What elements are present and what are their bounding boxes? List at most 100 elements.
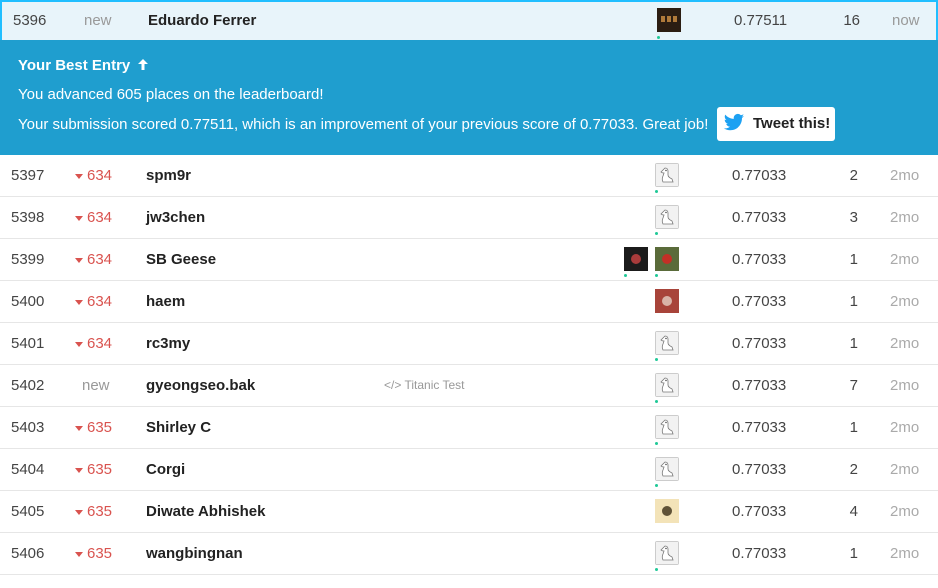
rank-change-value: 635 bbox=[87, 419, 113, 436]
rank-change-value: 634 bbox=[87, 293, 113, 310]
last-submission: 2mo bbox=[890, 335, 920, 352]
online-indicator bbox=[655, 400, 658, 403]
goose-avatar-icon[interactable] bbox=[655, 331, 679, 355]
rank-change-value: 634 bbox=[87, 335, 113, 352]
score: 0.77033 bbox=[732, 209, 787, 226]
rank: 5396 bbox=[13, 12, 47, 29]
rank-change-value: 635 bbox=[87, 503, 113, 520]
online-indicator bbox=[655, 358, 658, 361]
entries-count: 2 bbox=[849, 167, 858, 184]
leaderboard-row[interactable]: 5401 634 rc3my 0.77033 1 2mo bbox=[0, 323, 938, 365]
leaderboard-row-highlighted[interactable]: 5396 new Eduardo Ferrer 0.77511 16 now bbox=[0, 0, 938, 40]
twitter-bird-icon bbox=[723, 113, 745, 137]
score: 0.77033 bbox=[732, 167, 787, 184]
caret-down-icon bbox=[75, 173, 83, 179]
score: 0.77033 bbox=[732, 251, 787, 268]
leaderboard-row[interactable]: 5406 635 wangbingnan 0.77033 1 2mo bbox=[0, 533, 938, 575]
caret-down-icon bbox=[75, 341, 83, 347]
kernel-link-label: Titanic Test bbox=[404, 378, 465, 392]
rank-change: 634 bbox=[75, 281, 135, 322]
kernel-link[interactable]: </> Titanic Test bbox=[384, 365, 465, 406]
team-name[interactable]: jw3chen bbox=[146, 197, 205, 238]
goose-avatar-icon[interactable] bbox=[655, 457, 679, 481]
rank-change-value: 634 bbox=[87, 209, 113, 226]
leaderboard-row[interactable]: 5405 635 Diwate Abhishek 0.77033 4 2mo bbox=[0, 491, 938, 533]
leaderboard-row[interactable]: 5404 635 Corgi 0.77033 2 2mo bbox=[0, 449, 938, 491]
goose-avatar-icon[interactable] bbox=[655, 373, 679, 397]
rank-change-value: 635 bbox=[87, 461, 113, 478]
code-icon: </> bbox=[384, 378, 405, 392]
leaderboard-row[interactable]: 5403 635 Shirley C 0.77033 1 2mo bbox=[0, 407, 938, 449]
last-submission: 2mo bbox=[890, 545, 920, 562]
team-name[interactable]: Corgi bbox=[146, 449, 185, 490]
entries-count: 1 bbox=[849, 545, 858, 562]
online-indicator bbox=[657, 36, 660, 39]
goose-avatar-icon[interactable] bbox=[655, 541, 679, 565]
score: 0.77033 bbox=[732, 545, 787, 562]
rank-change: 635 bbox=[75, 449, 135, 490]
rank-change-value: 634 bbox=[87, 251, 113, 268]
rank: 5406 bbox=[11, 545, 45, 562]
leaderboard-row[interactable]: 5399 634 SB Geese 0.77033 1 2mo bbox=[0, 239, 938, 281]
team-name[interactable]: spm9r bbox=[146, 155, 191, 196]
rank: 5404 bbox=[11, 461, 45, 478]
team-name[interactable]: Eduardo Ferrer bbox=[148, 2, 256, 40]
team-name[interactable]: rc3my bbox=[146, 323, 190, 364]
team-name[interactable]: Shirley C bbox=[146, 407, 211, 448]
leaderboard-row[interactable]: 5402 new gyeongseo.bak </> Titanic Test … bbox=[0, 365, 938, 407]
goose-avatar-icon[interactable] bbox=[655, 205, 679, 229]
rank-change-value: 634 bbox=[87, 167, 113, 184]
last-submission: 2mo bbox=[890, 377, 920, 394]
last-submission: 2mo bbox=[890, 461, 920, 478]
online-indicator bbox=[624, 274, 627, 277]
last-submission: 2mo bbox=[890, 209, 920, 226]
team-name[interactable]: haem bbox=[146, 281, 185, 322]
score: 0.77033 bbox=[732, 293, 787, 310]
score: 0.77033 bbox=[732, 335, 787, 352]
rank-change: 635 bbox=[75, 491, 135, 532]
team-member-avatar[interactable] bbox=[657, 8, 681, 32]
score: 0.77033 bbox=[732, 419, 787, 436]
rank: 5403 bbox=[11, 419, 45, 436]
team-member-avatar[interactable] bbox=[655, 289, 679, 313]
last-submission: 2mo bbox=[890, 251, 920, 268]
team-member-avatar[interactable] bbox=[655, 499, 679, 523]
team-name[interactable]: gyeongseo.bak bbox=[146, 365, 255, 406]
rank-change: 634 bbox=[75, 155, 135, 196]
leaderboard-list: 5397 634 spm9r 0.77033 2 2mo 5398 634 jw… bbox=[0, 155, 938, 575]
online-indicator bbox=[655, 190, 658, 193]
goose-avatar-icon[interactable] bbox=[655, 163, 679, 187]
leaderboard-row[interactable]: 5397 634 spm9r 0.77033 2 2mo bbox=[0, 155, 938, 197]
last-submission: 2mo bbox=[890, 167, 920, 184]
rank-change: new bbox=[84, 12, 112, 29]
team-name[interactable]: wangbingnan bbox=[146, 533, 243, 574]
rank-change: 635 bbox=[75, 407, 135, 448]
leaderboard-row[interactable]: 5398 634 jw3chen 0.77033 3 2mo bbox=[0, 197, 938, 239]
rank: 5405 bbox=[11, 503, 45, 520]
entries-count: 1 bbox=[849, 419, 858, 436]
last-submission: 2mo bbox=[890, 503, 920, 520]
leaderboard-row[interactable]: 5400 634 haem 0.77033 1 2mo bbox=[0, 281, 938, 323]
score: 0.77033 bbox=[732, 377, 787, 394]
entries-count: 7 bbox=[849, 377, 858, 394]
rank-change: 635 bbox=[75, 533, 135, 574]
entries-count: 1 bbox=[849, 251, 858, 268]
rank-change: new bbox=[82, 377, 110, 394]
entries-count: 4 bbox=[849, 503, 858, 520]
score: 0.77511 bbox=[734, 12, 788, 29]
caret-down-icon bbox=[75, 299, 83, 305]
best-entry-banner: Your Best Entry You advanced 605 places … bbox=[0, 40, 938, 155]
score: 0.77033 bbox=[732, 503, 787, 520]
rank: 5400 bbox=[11, 293, 45, 310]
team-name[interactable]: Diwate Abhishek bbox=[146, 491, 265, 532]
banner-advance-message: You advanced 605 places on the leaderboa… bbox=[18, 86, 324, 103]
entries-count: 1 bbox=[849, 293, 858, 310]
team-member-avatar[interactable] bbox=[655, 247, 679, 271]
tweet-button[interactable]: Tweet this! bbox=[717, 107, 835, 141]
last-submission: 2mo bbox=[890, 293, 920, 310]
rank-change-value: 635 bbox=[87, 545, 113, 562]
goose-avatar-icon[interactable] bbox=[655, 415, 679, 439]
banner-score-message: Your submission scored 0.77511, which is… bbox=[18, 116, 709, 133]
team-member-avatar[interactable] bbox=[624, 247, 648, 271]
team-name[interactable]: SB Geese bbox=[146, 239, 216, 280]
